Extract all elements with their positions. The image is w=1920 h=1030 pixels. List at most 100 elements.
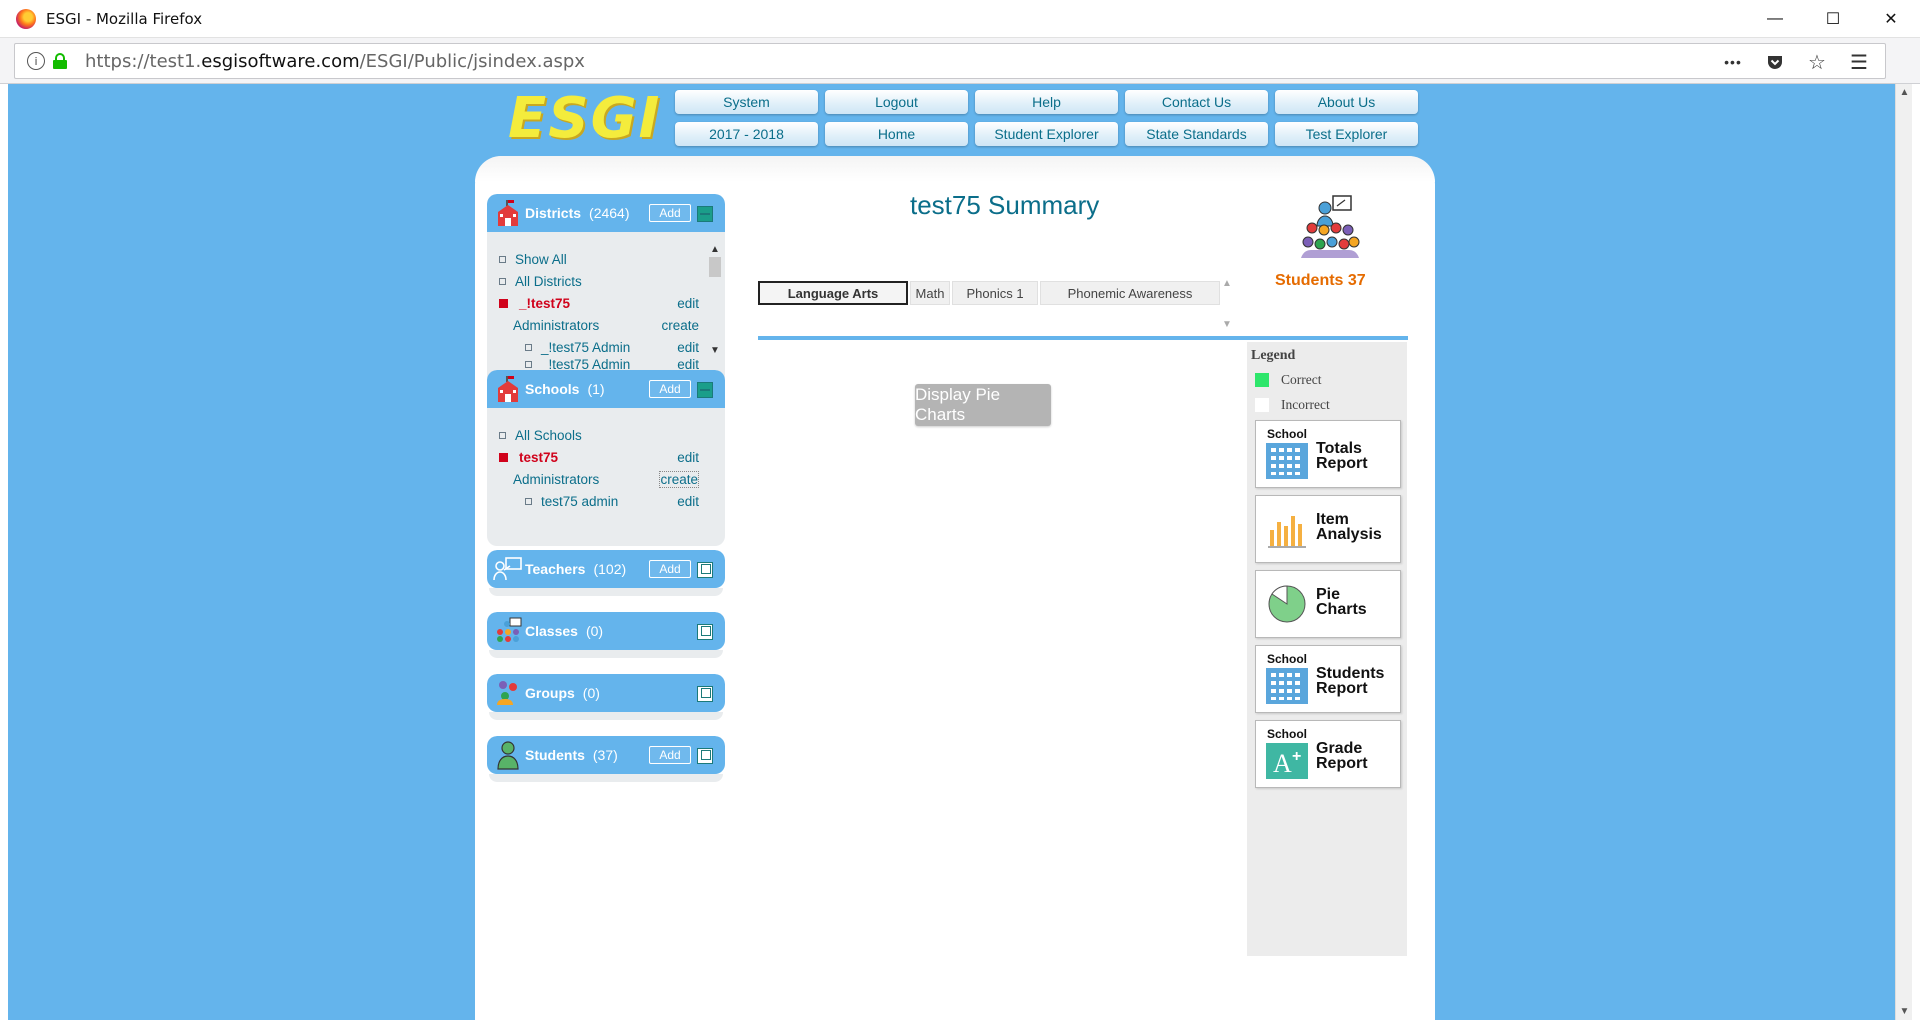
nav-about-us-button[interactable]: About Us <box>1275 90 1418 114</box>
classes-count: (0) <box>585 623 604 639</box>
expand-students-button[interactable] <box>697 748 713 764</box>
window-controls: — ☐ ✕ <box>1746 0 1920 38</box>
tree-bullet-icon <box>499 255 506 263</box>
bookmark-star-icon[interactable]: ☆ <box>1805 50 1829 74</box>
students-count-label[interactable]: Students 37 <box>1275 272 1366 290</box>
nav-state-standards-button[interactable]: State Standards <box>1125 122 1268 146</box>
schools-title: Schools <box>525 381 580 397</box>
tree-item-selected[interactable]: test75 edit <box>499 446 725 468</box>
tree-item[interactable]: Administrators create <box>499 314 725 336</box>
scroll-down-arrow-icon[interactable]: ▼ <box>1896 1003 1913 1020</box>
students-panel-header[interactable]: Students (37) Add <box>487 736 725 774</box>
schools-panel-header[interactable]: Schools (1) Add <box>487 370 725 408</box>
students-group-icon[interactable] <box>1297 194 1363 260</box>
tree-bullet-icon <box>499 431 506 439</box>
school-totals-report-button[interactable]: School Totals Report <box>1255 420 1401 488</box>
hamburger-menu-icon[interactable]: ☰ <box>1847 50 1871 74</box>
classes-panel: Classes (0) <box>487 612 725 658</box>
classes-panel-header[interactable]: Classes (0) <box>487 612 725 650</box>
pie-charts-report-button[interactable]: Pie Charts <box>1255 570 1401 638</box>
tree-item[interactable]: All Schools <box>499 424 725 446</box>
add-district-button[interactable]: Add <box>649 204 691 222</box>
tree-item[interactable]: _!test75 Admin edit <box>499 336 725 358</box>
nav-logout-button[interactable]: Logout <box>825 90 968 114</box>
firefox-logo-icon <box>16 8 36 29</box>
districts-panel-header[interactable]: Districts (2464) Add <box>487 194 725 232</box>
nav-student-explorer-button[interactable]: Student Explorer <box>975 122 1118 146</box>
nav-test-explorer-button[interactable]: Test Explorer <box>1275 122 1418 146</box>
nav-contact-us-button[interactable]: Contact Us <box>1125 90 1268 114</box>
tree-bullet-icon <box>525 360 532 368</box>
teachers-panel-header[interactable]: Teachers (102) Add <box>487 550 725 588</box>
tree-item-selected[interactable]: _!test75 edit <box>499 292 725 314</box>
legend-incorrect: Incorrect <box>1255 397 1330 413</box>
collapse-districts-button[interactable] <box>697 206 713 222</box>
nav-help-button[interactable]: Help <box>975 90 1118 114</box>
schools-panel: Schools (1) Add All Schools test75 edit A… <box>487 370 725 546</box>
edit-link[interactable]: edit <box>677 494 699 509</box>
scroll-up-arrow-icon[interactable]: ▲ <box>1896 84 1913 101</box>
districts-scrollbar[interactable]: ▲ ▼ <box>709 244 721 356</box>
window-title: ESGI - Mozilla Firefox <box>46 9 203 28</box>
esgi-logo[interactable]: ESGI <box>508 84 659 154</box>
expand-groups-button[interactable] <box>697 686 713 702</box>
school-grade-report-button[interactable]: School A + Grade Report <box>1255 720 1401 788</box>
maximize-button[interactable]: ☐ <box>1804 0 1862 38</box>
display-pie-charts-button[interactable]: Display Pie Charts <box>915 384 1051 426</box>
url-field[interactable]: i https://test1.esgisoftware.com/ESGI/Pu… <box>14 43 1886 79</box>
nav-home-button[interactable]: Home <box>825 122 968 146</box>
edit-link[interactable]: edit <box>677 450 699 465</box>
add-student-button[interactable]: Add <box>649 746 691 764</box>
teachers-panel: Teachers (102) Add <box>487 550 725 596</box>
tree-item[interactable]: test75 admin edit <box>499 490 725 512</box>
students-title: Students <box>525 747 585 763</box>
students-count: (37) <box>592 747 618 763</box>
pocket-icon[interactable] <box>1763 50 1787 74</box>
edit-link[interactable]: edit <box>677 358 699 370</box>
nav-system-button[interactable]: System <box>675 90 818 114</box>
window-titlebar: ESGI - Mozilla Firefox — ☐ ✕ <box>0 0 1920 38</box>
selected-bullet-icon <box>499 452 508 462</box>
minimize-button[interactable]: — <box>1746 0 1804 38</box>
item-analysis-button[interactable]: Item Analysis <box>1255 495 1401 563</box>
create-link[interactable]: create <box>661 318 699 333</box>
districts-tree: Show All All Districts _!test75 edit Admi… <box>487 232 725 382</box>
tree-item[interactable]: All Districts <box>499 270 725 292</box>
teachers-title: Teachers <box>525 561 586 577</box>
add-teacher-button[interactable]: Add <box>649 560 691 578</box>
legend-panel: Legend Correct Incorrect School Totals R… <box>1247 342 1407 956</box>
students-panel: Students (37) Add <box>487 736 725 782</box>
close-button[interactable]: ✕ <box>1862 0 1920 38</box>
tree-bullet-icon <box>499 277 506 285</box>
page-scrollbar[interactable]: ▲ ▼ <box>1895 84 1912 1020</box>
school-students-report-button[interactable]: School Students Report <box>1255 645 1401 713</box>
add-school-button[interactable]: Add <box>649 380 691 398</box>
tab-phonics-1[interactable]: Phonics 1 <box>952 281 1038 305</box>
calendar-grid-icon <box>1266 443 1308 482</box>
nav-school-year-button[interactable]: 2017 - 2018 <box>675 122 818 146</box>
edit-link[interactable]: edit <box>677 296 699 311</box>
url-text[interactable]: https://test1.esgisoftware.com/ESGI/Publ… <box>85 51 585 72</box>
tabs-scrollbar[interactable]: ▲ ▼ <box>1221 278 1233 330</box>
expand-classes-button[interactable] <box>697 624 713 640</box>
create-link[interactable]: create <box>659 470 699 488</box>
tree-item[interactable]: Show All <box>499 248 725 270</box>
tree-item[interactable]: Administrators create <box>499 468 725 490</box>
schools-tree: All Schools test75 edit Administrators cre… <box>487 408 725 524</box>
groups-panel-header[interactable]: Groups (0) <box>487 674 725 712</box>
incorrect-swatch <box>1255 398 1269 412</box>
edit-link[interactable]: edit <box>677 340 699 355</box>
correct-swatch <box>1255 373 1269 387</box>
lock-icon[interactable] <box>53 53 67 69</box>
collapse-schools-button[interactable] <box>697 382 713 398</box>
tab-math[interactable]: Math <box>910 281 950 305</box>
expand-teachers-button[interactable] <box>697 562 713 578</box>
teacher-board-icon <box>493 554 523 584</box>
tab-phonemic-awareness[interactable]: Phonemic Awareness <box>1040 281 1220 305</box>
tree-item[interactable]: _!test75 Admin edit <box>499 358 725 370</box>
schools-count: (1) <box>587 381 605 397</box>
page-actions-icon[interactable]: ••• <box>1721 50 1745 74</box>
info-icon[interactable]: i <box>27 52 45 70</box>
tab-language-arts[interactable]: Language Arts <box>758 281 908 305</box>
grade-a-plus-icon: A + <box>1266 743 1308 782</box>
